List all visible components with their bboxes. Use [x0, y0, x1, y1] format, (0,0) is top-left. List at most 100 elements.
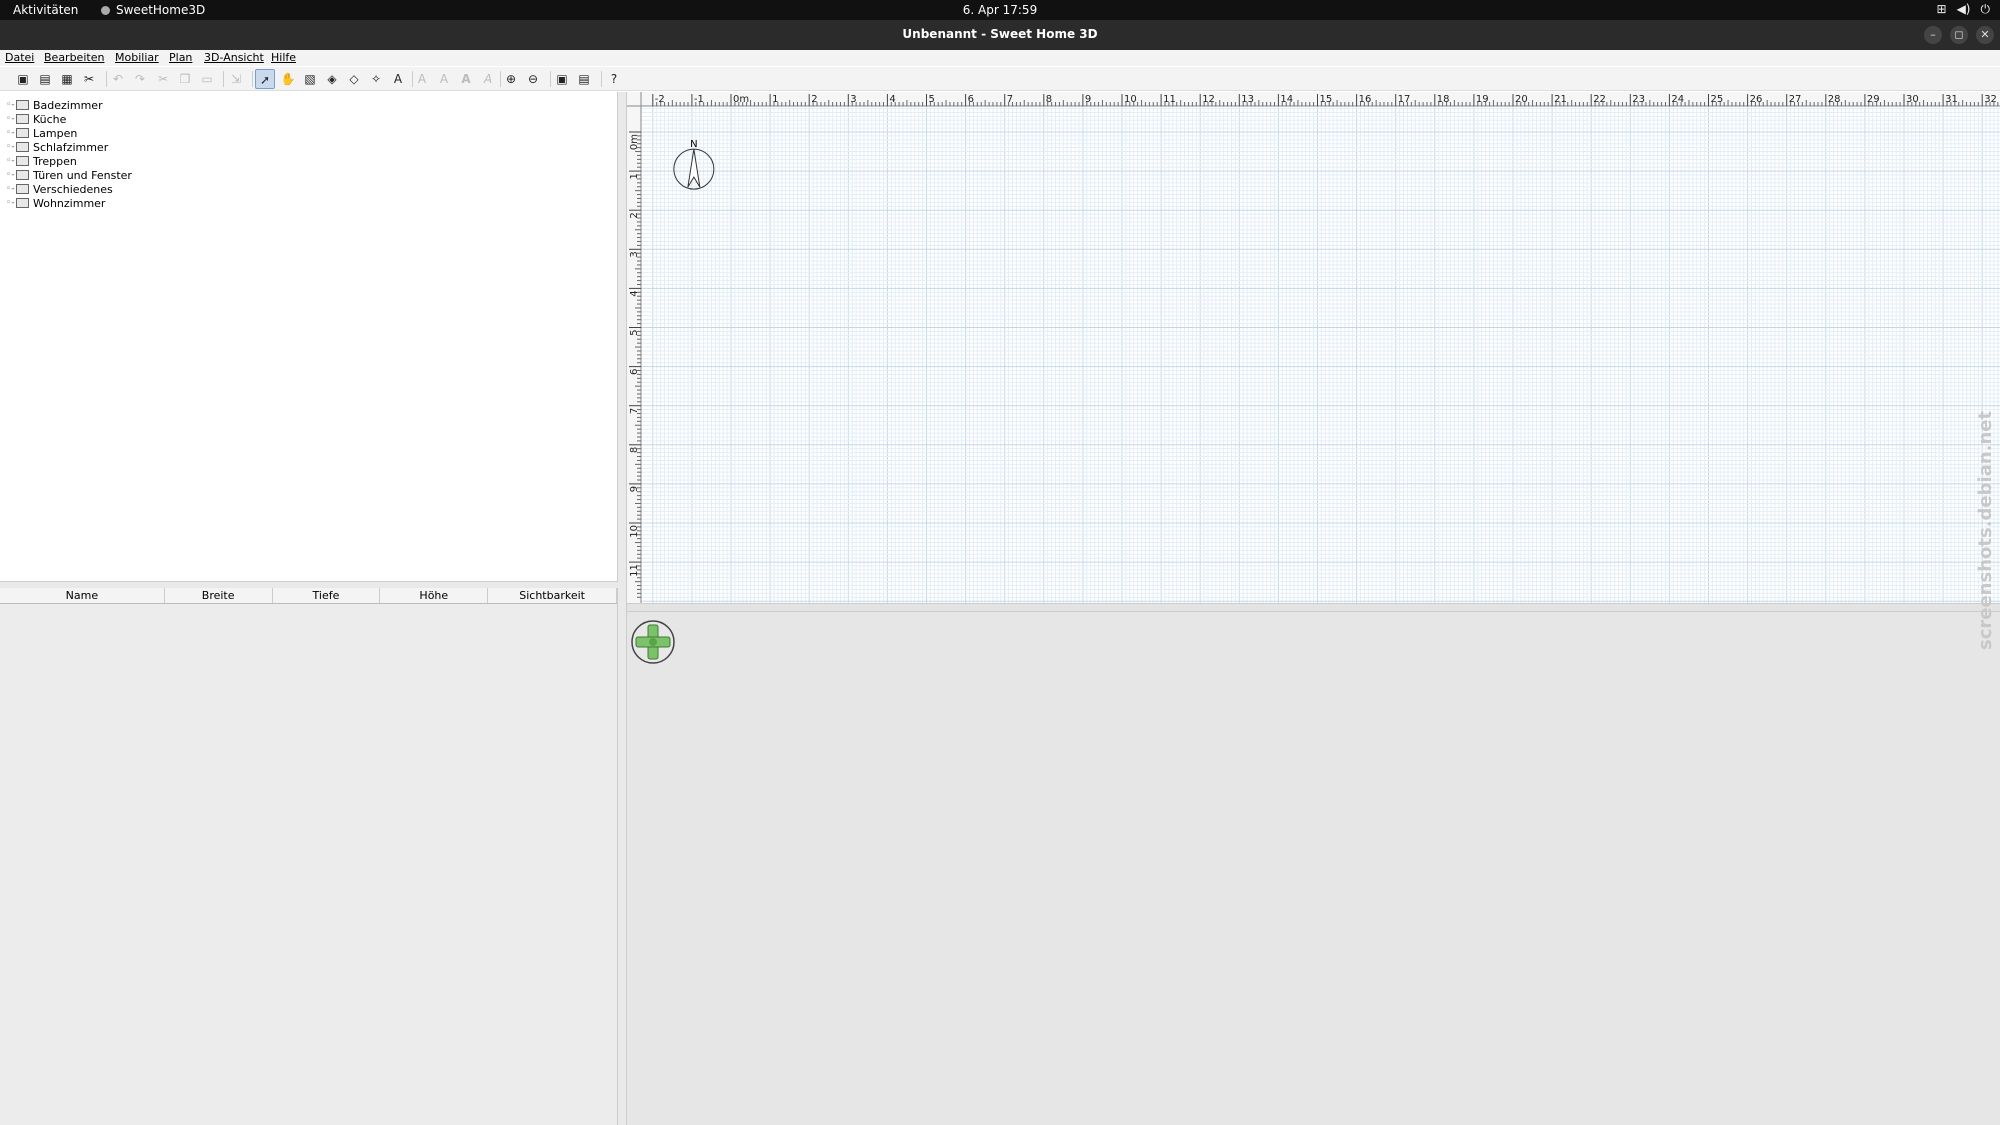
ruler-x-label: 25	[1711, 94, 1724, 105]
volume-icon[interactable]: ◀)	[1957, 2, 1971, 17]
left-pane-splitter[interactable]	[0, 581, 618, 588]
ruler-y-label: 7	[629, 408, 640, 414]
clock[interactable]: 6. Apr 17:59	[0, 3, 2000, 17]
expand-icon[interactable]: ◦-	[6, 114, 16, 124]
catalog-category-label: Türen und Fenster	[33, 168, 132, 182]
ruler-x-label: 20	[1515, 94, 1528, 105]
preferences-icon[interactable]: ✂	[79, 69, 99, 89]
catalog-category[interactable]: ◦- Lampen	[6, 126, 77, 140]
pan-mode-icon[interactable]: ✋	[278, 69, 298, 89]
copy-icon[interactable]: ❐	[175, 69, 195, 89]
ruler-x-label: 19	[1476, 94, 1489, 105]
save-icon[interactable]: ▦	[57, 69, 77, 89]
bold-text-icon[interactable]: A	[456, 69, 476, 89]
column-width[interactable]: Breite	[165, 588, 273, 603]
catalog-category-label: Badezimmer	[33, 98, 103, 112]
menu-plan[interactable]: Plan	[169, 51, 192, 64]
ruler-y-label: 10	[629, 525, 640, 538]
ruler-x-label: 14	[1280, 94, 1293, 105]
expand-icon[interactable]: ◦-	[6, 100, 16, 110]
ruler-x-label: 4	[889, 94, 895, 105]
column-depth[interactable]: Tiefe	[273, 588, 381, 603]
folder-icon	[16, 100, 29, 110]
menu-hilfe[interactable]: Hilfe	[271, 51, 296, 64]
expand-icon[interactable]: ◦-	[6, 198, 16, 208]
compass-north-label: N	[690, 139, 697, 150]
ruler-x-label: 22	[1593, 94, 1606, 105]
decrease-text-size-icon[interactable]: A	[434, 69, 454, 89]
ruler-y-label: 0m	[629, 134, 640, 150]
cut-icon[interactable]: ✂	[153, 69, 173, 89]
furniture-list: Name Breite Tiefe Höhe Sichtbarkeit	[0, 588, 618, 1125]
expand-icon[interactable]: ◦-	[6, 170, 16, 180]
menu-bearbeiten[interactable]: Bearbeiten	[44, 51, 104, 64]
expand-icon[interactable]: ◦-	[6, 142, 16, 152]
column-name[interactable]: Name	[0, 588, 165, 603]
close-button[interactable]: ✕	[1976, 26, 1994, 44]
plan-view[interactable]: -2 -1 0m 1 2 3 4 5 6 7 8 9 10 11 12 13 14 15 16 17 18 19 20 21 2…	[627, 92, 2000, 603]
furniture-table-header: Name Breite Tiefe Höhe Sichtbarkeit	[0, 588, 618, 604]
system-tray[interactable]: ⊞ ◀) ⏻	[1937, 2, 1990, 17]
ruler-y-label: 2	[629, 212, 640, 218]
plan-grid[interactable]: -2 -1 0m 1 2 3 4 5 6 7 8 9 10 11 12 13 14 15 16 17 18 19 20 21 2…	[627, 92, 2000, 603]
select-mode-icon[interactable]: ➚	[255, 69, 275, 89]
paste-icon[interactable]: ▭	[197, 69, 217, 89]
3d-view[interactable]	[627, 612, 2000, 1125]
expand-icon[interactable]: ◦-	[6, 128, 16, 138]
folder-icon	[16, 170, 29, 180]
toolbar: ▣ ▤ ▦ ✂ ↶ ↷ ✂ ❐ ▭ ⇲ ➚ ✋ ▧ ◈ ◇ ✧ A A A A …	[0, 67, 2000, 91]
minimize-button[interactable]: –	[1924, 26, 1942, 44]
help-icon[interactable]: ?	[604, 69, 624, 89]
navigation-arrows-icon[interactable]	[629, 618, 677, 666]
catalog-category-label: Treppen	[33, 154, 77, 168]
add-furniture-icon[interactable]: ⇲	[226, 69, 246, 89]
catalog-category[interactable]: ◦- Küche	[6, 112, 66, 126]
folder-icon	[16, 184, 29, 194]
ruler-x-label: 23	[1632, 94, 1645, 105]
expand-icon[interactable]: ◦-	[6, 156, 16, 166]
power-icon[interactable]: ⏻	[1981, 2, 1991, 17]
ruler-x-label: 1	[772, 94, 778, 105]
column-height[interactable]: Höhe	[380, 588, 489, 603]
catalog-category[interactable]: ◦- Verschiedenes	[6, 182, 113, 196]
catalog-category[interactable]: ◦- Türen und Fenster	[6, 168, 132, 182]
zoom-out-icon[interactable]: ⊖	[523, 69, 543, 89]
create-photo-icon[interactable]: ▣	[552, 69, 572, 89]
ruler-x-label: 16	[1359, 94, 1372, 105]
create-polylines-icon[interactable]: ◇	[344, 69, 364, 89]
expand-icon[interactable]: ◦-	[6, 184, 16, 194]
create-video-icon[interactable]: ▤	[574, 69, 594, 89]
ruler-x-label: 27	[1789, 94, 1802, 105]
ruler-x-label: 28	[1828, 94, 1841, 105]
ruler-y-label: 6	[629, 369, 640, 375]
network-icon[interactable]: ⊞	[1937, 2, 1947, 17]
create-dimensions-icon[interactable]: ✧	[366, 69, 386, 89]
plan-3d-splitter[interactable]	[627, 603, 2000, 612]
undo-icon[interactable]: ↶	[108, 69, 128, 89]
create-rooms-icon[interactable]: ◈	[322, 69, 342, 89]
create-walls-icon[interactable]: ▧	[300, 69, 320, 89]
folder-icon	[16, 142, 29, 152]
increase-text-size-icon[interactable]: A	[412, 69, 432, 89]
menu-mobiliar[interactable]: Mobiliar	[115, 51, 159, 64]
vertical-splitter[interactable]	[618, 92, 627, 1125]
open-icon[interactable]: ▤	[35, 69, 55, 89]
ruler-x-label: 10	[1124, 94, 1137, 105]
catalog-category[interactable]: ◦- Badezimmer	[6, 98, 103, 112]
ruler-x-label: 0m	[733, 94, 749, 105]
catalog-category[interactable]: ◦- Schlafzimmer	[6, 140, 108, 154]
maximize-button[interactable]: ◻	[1950, 26, 1968, 44]
zoom-in-icon[interactable]: ⊕	[501, 69, 521, 89]
redo-icon[interactable]: ↷	[130, 69, 150, 89]
italic-text-icon[interactable]: A	[478, 69, 498, 89]
column-visibility[interactable]: Sichtbarkeit	[488, 588, 618, 603]
folder-icon	[16, 128, 29, 138]
new-home-icon[interactable]: ▣	[13, 69, 33, 89]
ruler-x-label: 32	[1984, 94, 1997, 105]
catalog-category[interactable]: ◦- Treppen	[6, 154, 77, 168]
catalog-category[interactable]: ◦- Wohnzimmer	[6, 196, 105, 210]
menu-datei[interactable]: Datei	[5, 51, 34, 64]
add-text-icon[interactable]: A	[388, 69, 408, 89]
menu-3d-ansicht[interactable]: 3D-Ansicht	[204, 51, 264, 64]
ruler-x-label: -2	[655, 94, 665, 105]
